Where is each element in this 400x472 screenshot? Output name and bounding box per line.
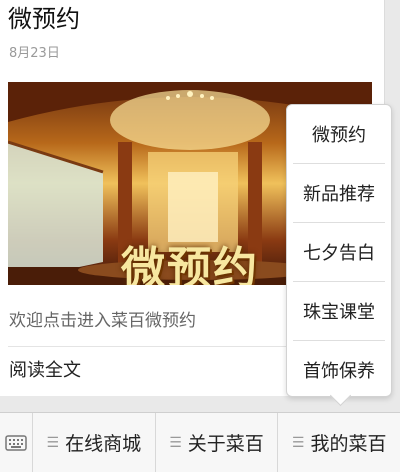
menu-lines-icon: ☰ [291,434,305,451]
article-title: 微预约 [8,5,80,33]
article-date: 8月23日 [9,46,60,61]
menu-label: 在线商城 [65,433,142,455]
submenu-popup: 微预约 新品推荐 七夕告白 珠宝课堂 首饰保养 [286,104,392,397]
menu-online-mall[interactable]: ☰ 在线商城 [33,413,156,472]
article-summary: 欢迎点击进入菜百微预约 [9,311,196,331]
submenu-item-micro-booking[interactable]: 微预约 [293,105,385,164]
menu-lines-icon: ☰ [169,434,182,451]
bottom-menu-bar: ☰ 在线商城 ☰ 关于菜百 ☰ 我的菜百 [0,412,400,472]
menu-about-caibai[interactable]: ☰ 关于菜百 [156,413,279,472]
submenu-item-new-products[interactable]: 新品推荐 [293,164,385,223]
submenu-item-qixi-confession[interactable]: 七夕告白 [293,223,385,282]
menu-lines-icon: ☰ [46,434,60,451]
submenu-item-jewelry-class[interactable]: 珠宝课堂 [293,282,385,341]
menu-my-caibai[interactable]: ☰ 我的菜百 [278,413,400,472]
menu-label: 关于菜百 [187,433,264,455]
menu-label: 我的菜百 [310,433,387,455]
read-more-link[interactable]: 阅读全文 [9,356,81,382]
keyboard-icon[interactable] [0,413,33,472]
